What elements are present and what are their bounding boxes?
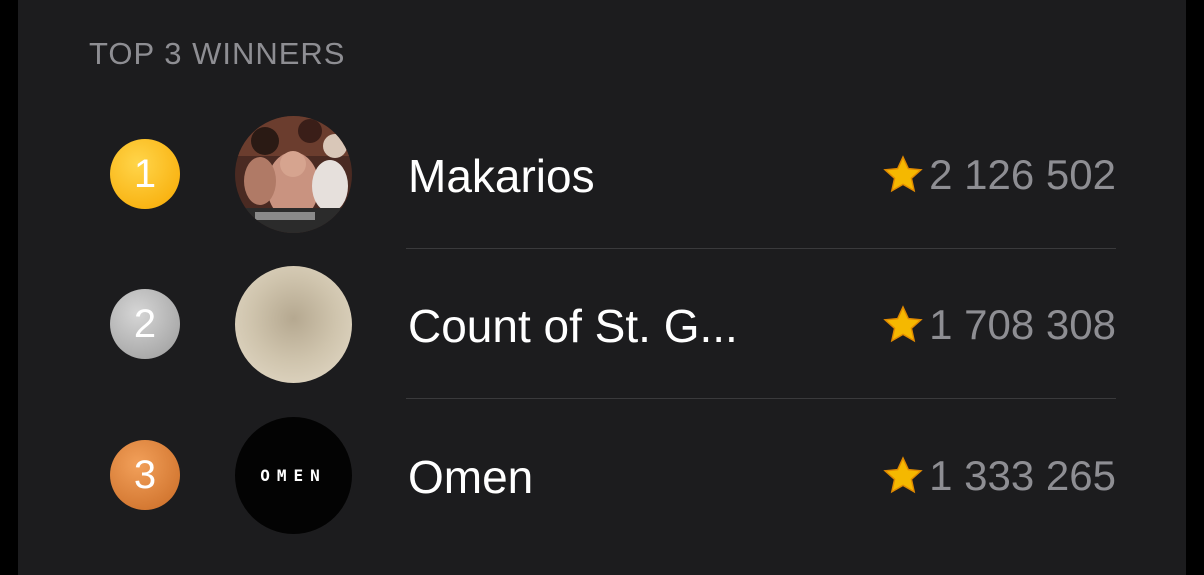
star-icon <box>883 155 923 193</box>
divider <box>406 398 1116 399</box>
star-icon <box>883 456 923 494</box>
score-value: 1 708 308 <box>929 301 1116 348</box>
winner-row[interactable]: 1 Makarios 2 126 502 <box>18 99 1186 249</box>
section-title: TOP 3 WINNERS <box>89 36 346 71</box>
player-name: Count of St. G... <box>408 300 738 352</box>
photo-party-avatar <box>235 116 352 233</box>
winner-row[interactable]: 2 Count of St. G... 1 708 308 <box>18 249 1186 399</box>
rank-badge: 2 <box>110 289 180 359</box>
score: 2 126 502 <box>881 151 1116 199</box>
winners-card: TOP 3 WINNERS 1 Makarios 2 126 502 2 Cou… <box>18 0 1186 575</box>
rank-badge: 3 <box>110 440 180 510</box>
avatar[interactable] <box>235 116 352 233</box>
winner-row[interactable]: 3 OMEN Omen 1 333 265 <box>18 400 1186 550</box>
avatar[interactable] <box>235 266 352 383</box>
omen-logo: OMEN <box>235 417 352 534</box>
player-name: Omen <box>408 451 534 503</box>
player-name: Makarios <box>408 150 595 202</box>
score: 1 708 308 <box>881 301 1116 349</box>
blurred-beige-avatar <box>235 266 352 383</box>
avatar[interactable]: OMEN <box>235 417 352 534</box>
score-value: 1 333 265 <box>929 452 1116 499</box>
score: 1 333 265 <box>881 452 1116 500</box>
rank-badge: 1 <box>110 139 180 209</box>
star-icon <box>883 305 923 343</box>
score-value: 2 126 502 <box>929 151 1116 198</box>
